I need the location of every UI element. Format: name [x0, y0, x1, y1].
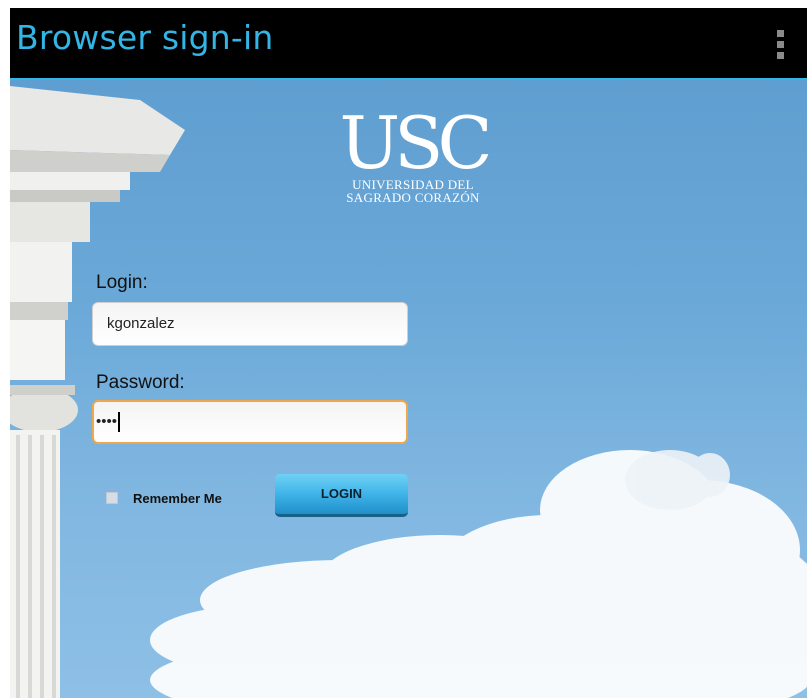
- login-input[interactable]: kgonzalez: [92, 302, 408, 346]
- app-title: Browser sign-in: [16, 18, 274, 57]
- university-logo: USC UNIVERSIDAD DEL SAGRADO CORAZÓN: [328, 101, 498, 205]
- overflow-menu-icon[interactable]: [775, 30, 785, 62]
- password-input-value: ••••: [96, 413, 118, 430]
- remember-me-toggle[interactable]: Remember Me: [106, 488, 222, 508]
- password-input[interactable]: ••••: [92, 400, 408, 444]
- app-window: Browser sign-in USC UNIVERSIDAD DEL SAGR…: [10, 8, 807, 698]
- login-button[interactable]: LOGIN: [275, 474, 408, 517]
- logo-line-2: SAGRADO CORAZÓN: [346, 190, 480, 205]
- action-bar: Browser sign-in: [10, 8, 807, 80]
- login-page: USC UNIVERSIDAD DEL SAGRADO CORAZÓN Logi…: [10, 80, 807, 698]
- login-label: Login:: [96, 272, 148, 293]
- password-label: Password:: [96, 372, 185, 393]
- login-input-value: kgonzalez: [107, 315, 175, 332]
- remember-me-label: Remember Me: [133, 490, 222, 506]
- remember-me-checkbox[interactable]: [106, 492, 118, 504]
- text-caret: [118, 412, 121, 433]
- logo-mark: USC: [339, 101, 492, 185]
